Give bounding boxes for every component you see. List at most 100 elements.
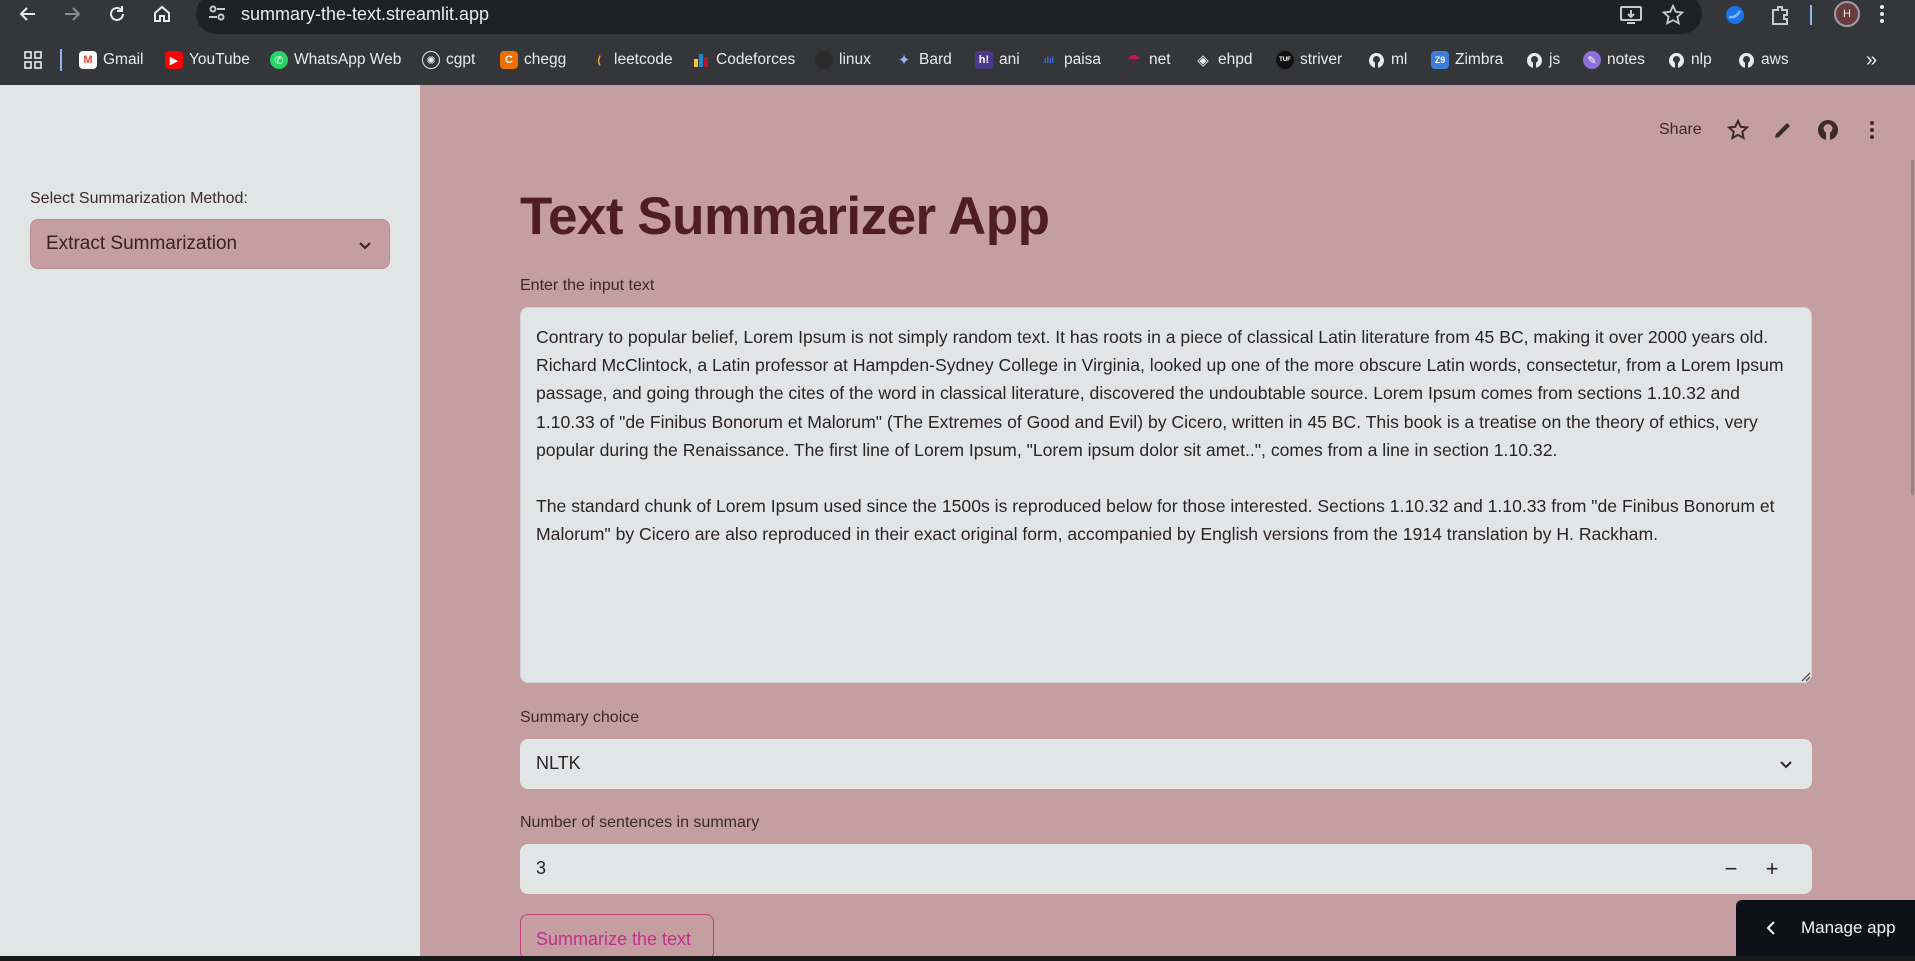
profile-avatar[interactable]: H — [1834, 1, 1860, 27]
bookmark-youtube[interactable]: ▶ YouTube — [165, 46, 250, 74]
bookmark-chegg[interactable]: Cchegg — [500, 46, 566, 74]
install-app-icon[interactable] — [1618, 2, 1644, 28]
bookmark-net[interactable]: ☂ net — [1125, 46, 1171, 74]
bookmark-ani[interactable]: h! ani — [975, 46, 1020, 74]
bookmark-label: aws — [1761, 51, 1789, 68]
youtube-icon: ▶ — [165, 51, 183, 69]
bookmark-label: ehpd — [1218, 51, 1253, 68]
input-textarea[interactable]: Contrary to popular belief, Lorem Ipsum … — [520, 307, 1812, 683]
bookmark-codeforces[interactable]: Codeforces — [692, 46, 795, 74]
method-label: Select Summarization Method: — [30, 190, 248, 207]
bookmark-label: leetcode — [614, 51, 673, 68]
bookmark-label: WhatsApp Web — [294, 51, 402, 68]
bookmark-aws[interactable]: aws — [1737, 46, 1789, 74]
num-sentences-input[interactable]: 3 — [536, 858, 546, 879]
site-info-icon[interactable] — [206, 2, 228, 26]
bookmark-label: cgpt — [446, 51, 476, 68]
bookmark-label: net — [1149, 51, 1171, 68]
bookmark-ml[interactable]: ml — [1367, 46, 1407, 74]
reload-icon — [110, 6, 124, 21]
bookmark-label: striver — [1300, 51, 1343, 68]
codeforces-icon — [692, 51, 710, 69]
bookmark-bard[interactable]: ✦ Bard — [895, 46, 952, 74]
url-text[interactable]: summary-the-text.streamlit.app — [241, 4, 489, 25]
bookmark-ehpd[interactable]: ◈ ehpd — [1194, 46, 1252, 74]
chevron-down-icon — [1780, 761, 1792, 769]
browser-toolbar: summary-the-text.streamlit.app H — [0, 0, 1915, 34]
bookmark-js[interactable]: js — [1525, 46, 1560, 74]
home-button[interactable] — [148, 0, 176, 28]
bookmark-cgpt[interactable]: ✺ cgpt — [422, 46, 475, 74]
bookmark-nlp[interactable]: nlp — [1667, 46, 1712, 74]
gmail-icon: M — [79, 51, 97, 69]
bookmark-label: Codeforces — [716, 51, 796, 68]
ehpd-icon: ◈ — [1197, 52, 1209, 69]
bookmark-label: linux — [839, 51, 871, 68]
share-button[interactable]: Share — [1659, 121, 1702, 139]
chevron-down-icon — [359, 242, 371, 250]
sidebar — [0, 85, 420, 956]
bookmark-label: notes — [1607, 51, 1645, 68]
num-sentences-label: Number of sentences in summary — [520, 814, 760, 831]
summary-choice-select[interactable]: NLTK — [520, 739, 1812, 789]
bookmark-linux[interactable]: linux — [815, 46, 871, 74]
decrement-button[interactable]: − — [1711, 844, 1751, 894]
github-icon — [815, 51, 833, 69]
scrollbar[interactable] — [1911, 160, 1914, 495]
input-text-label: Enter the input text — [520, 277, 655, 294]
browser-chrome: summary-the-text.streamlit.app H M Gmail … — [0, 0, 1915, 85]
bookmark-label: Bard — [919, 51, 952, 68]
bookmark-label: paisa — [1064, 51, 1102, 68]
reload-button[interactable] — [103, 0, 131, 28]
leetcode-icon: ⟨ — [596, 54, 602, 67]
github-icon — [1667, 51, 1685, 69]
toolbar-divider — [1810, 5, 1812, 25]
increment-button[interactable]: + — [1752, 844, 1792, 894]
bookmark-label: chegg — [524, 51, 567, 68]
summary-choice-label: Summary choice — [520, 709, 640, 726]
num-sentences-stepper: 3 − + — [520, 844, 1812, 894]
bookmark-label: ml — [1391, 51, 1408, 68]
chegg-icon: C — [500, 51, 518, 69]
arrow-right-icon — [65, 7, 81, 21]
bookmark-notes[interactable]: ✎ notes — [1583, 46, 1645, 74]
notes-icon: ✎ — [1583, 51, 1601, 69]
page-title: Text Summarizer App — [520, 187, 1050, 246]
forward-button[interactable] — [58, 0, 86, 28]
github-icon — [1737, 51, 1755, 69]
bookmark-label: js — [1549, 51, 1561, 68]
back-button[interactable] — [14, 0, 42, 28]
window-bottom-edge — [0, 956, 1915, 961]
more-bookmarks-icon[interactable]: » — [1866, 46, 1877, 74]
github-icon[interactable] — [1816, 118, 1840, 142]
star-icon[interactable] — [1726, 118, 1750, 142]
bookmark-zimbra[interactable]: Z9 Zimbra — [1431, 46, 1503, 74]
bookmark-gmail[interactable]: M Gmail — [79, 46, 143, 74]
bookmark-label: nlp — [1691, 51, 1712, 68]
bookmark-label: ani — [999, 51, 1020, 68]
bookmark-leetcode[interactable]: ⟨ leetcode — [590, 46, 673, 74]
extension-bird-icon[interactable] — [1722, 2, 1748, 28]
bookmark-paisa[interactable]: ılıl paisa — [1040, 46, 1101, 74]
bookmark-star-icon[interactable] — [1660, 2, 1686, 28]
browser-menu-icon[interactable] — [1876, 2, 1888, 26]
manage-app-button[interactable]: Manage app — [1736, 900, 1915, 956]
chevron-left-icon — [1766, 921, 1775, 935]
tuf-icon: TUF — [1276, 51, 1294, 69]
method-select[interactable]: Extract Summarization — [30, 219, 390, 269]
summary-choice-value: NLTK — [536, 753, 581, 773]
resize-handle-icon[interactable] — [1799, 670, 1811, 682]
summarize-button[interactable]: Summarize the text — [520, 914, 714, 960]
bookmark-striver[interactable]: TUF striver — [1276, 46, 1342, 74]
whatsapp-icon: ✆ — [270, 51, 288, 69]
edit-pencil-icon[interactable] — [1771, 118, 1795, 142]
bookmark-label: YouTube — [189, 51, 250, 68]
umbrella-icon: ☂ — [1127, 52, 1141, 69]
extensions-puzzle-icon[interactable] — [1767, 2, 1793, 28]
hianime-icon: h! — [975, 51, 993, 69]
method-select-value: Extract Summarization — [46, 233, 238, 254]
main-menu-icon[interactable] — [1860, 118, 1884, 142]
bookmark-whatsapp-web[interactable]: ✆ WhatsApp Web — [270, 46, 401, 74]
bookmark-label: Gmail — [103, 51, 144, 68]
manage-app-label: Manage app — [1801, 918, 1896, 937]
